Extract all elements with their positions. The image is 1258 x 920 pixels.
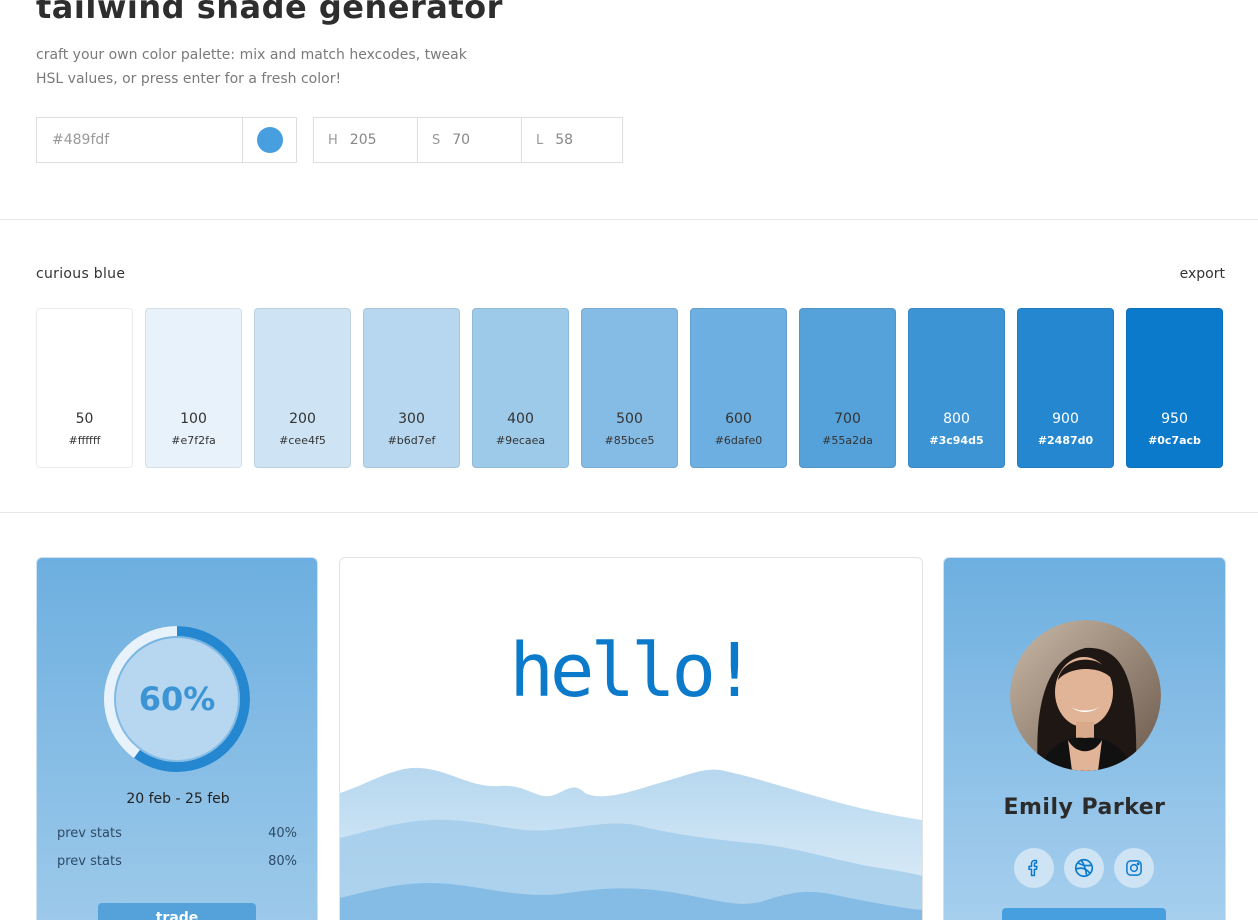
hello-heading: hello! [509, 628, 756, 714]
saturation-value: 70 [452, 132, 471, 148]
profile-action-button[interactable] [1002, 908, 1166, 920]
shade-number: 400 [507, 411, 534, 427]
shade-swatch[interactable]: 950 #0c7acb [1126, 308, 1223, 468]
saturation-label: S [432, 132, 441, 148]
social-links [1014, 848, 1154, 888]
shade-swatch[interactable]: 600 #6dafe0 [690, 308, 787, 468]
trade-button[interactable]: trade [98, 903, 256, 920]
shade-hex: #e7f2fa [171, 434, 216, 447]
shade-hex: #85bce5 [604, 434, 655, 447]
profile-name: Emily Parker [1003, 795, 1166, 820]
facebook-icon[interactable] [1014, 848, 1054, 888]
shade-number: 200 [289, 411, 316, 427]
section-divider [0, 512, 1258, 513]
shade-hex: #55a2da [822, 434, 873, 447]
color-swatch [256, 127, 283, 153]
shade-hex: #ffffff [68, 434, 101, 447]
hue-label: H [328, 132, 338, 148]
shade-hex: #3c94d5 [929, 434, 984, 447]
shade-swatch[interactable]: 900 #2487d0 [1017, 308, 1114, 468]
shade-number: 600 [725, 411, 752, 427]
page-subtitle: craft your own color palette: mix and ma… [36, 47, 467, 87]
shade-number: 50 [75, 411, 94, 427]
shade-swatch[interactable]: 800 #3c94d5 [908, 308, 1005, 468]
avatar [1010, 620, 1161, 771]
shade-number: 500 [616, 411, 643, 427]
mountains-illustration [340, 767, 922, 920]
stat-value: 80% [268, 854, 297, 869]
stat-row: prev stats 80% [57, 854, 297, 869]
shade-hex: #cee4f5 [279, 434, 326, 447]
palette-name: curious blue [36, 266, 126, 282]
hue-field[interactable]: H 205 [313, 117, 418, 163]
shade-swatch[interactable]: 500 #85bce5 [581, 308, 678, 468]
shade-swatch[interactable]: 100 #e7f2fa [145, 308, 242, 468]
stat-row: prev stats 40% [57, 826, 297, 841]
shade-number: 700 [834, 411, 861, 427]
shade-hex: #9ecaea [495, 434, 546, 447]
shade-swatch[interactable]: 50 #ffffff [36, 308, 133, 468]
progress-value: 60% [138, 680, 216, 718]
color-picker-button[interactable] [242, 117, 297, 163]
lightness-field[interactable]: L 58 [521, 117, 623, 163]
profile-card: Emily Parker [943, 557, 1226, 920]
shade-hex: #b6d7ef [387, 434, 436, 447]
shade-hex: #6dafe0 [714, 434, 763, 447]
shade-swatch[interactable]: 200 #cee4f5 [254, 308, 351, 468]
saturation-field[interactable]: S 70 [417, 117, 522, 163]
lightness-value: 58 [555, 132, 574, 148]
shade-hex: #2487d0 [1037, 434, 1094, 447]
stat-value: 40% [268, 826, 297, 841]
shade-swatch[interactable]: 400 #9ecaea [472, 308, 569, 468]
shade-number: 900 [1052, 411, 1079, 427]
dribbble-icon[interactable] [1064, 848, 1104, 888]
shade-list: 50 #ffffff 100 #e7f2fa 200 #cee4f5 300 #b6d7… [36, 308, 1223, 468]
hue-value: 205 [349, 132, 377, 148]
page-title: tailwind shade generator [36, 0, 503, 26]
shade-hex: #0c7acb [1148, 434, 1201, 447]
instagram-icon[interactable] [1114, 848, 1154, 888]
shade-swatch[interactable]: 700 #55a2da [799, 308, 896, 468]
stat-label: prev stats [57, 826, 122, 841]
shade-swatch[interactable]: 300 #b6d7ef [363, 308, 460, 468]
export-button[interactable]: export [1180, 266, 1225, 282]
lightness-label: L [536, 132, 544, 148]
hello-card: hello! [339, 557, 923, 920]
section-divider [0, 219, 1258, 220]
stats-card: 60% 20 feb - 25 feb prev stats 40% prev … [36, 557, 318, 920]
hex-input[interactable] [36, 117, 243, 163]
shade-number: 300 [398, 411, 425, 427]
date-range: 20 feb - 25 feb [126, 791, 230, 807]
stat-label: prev stats [57, 854, 122, 869]
shade-number: 100 [180, 411, 207, 427]
shade-number: 950 [1161, 411, 1188, 427]
shade-number: 800 [943, 411, 970, 427]
